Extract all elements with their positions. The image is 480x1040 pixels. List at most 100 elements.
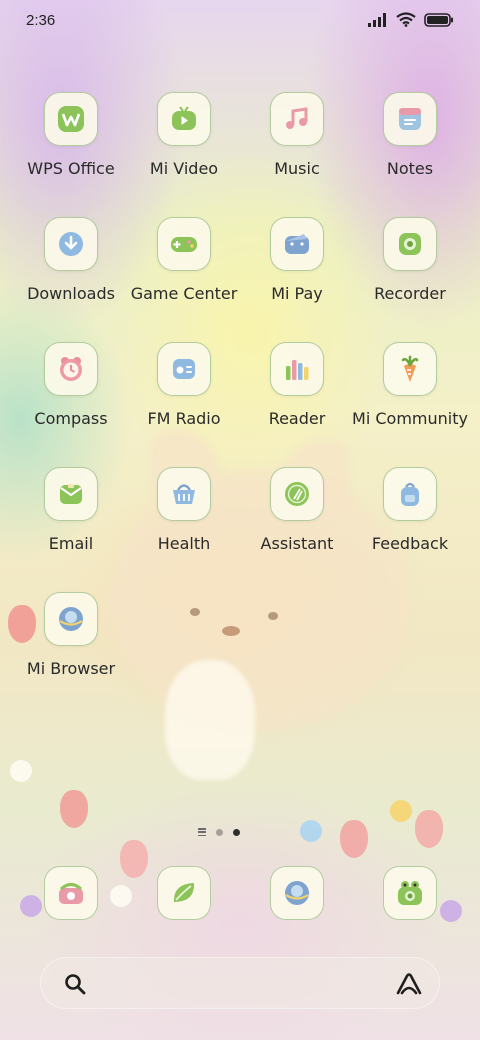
wallpaper-tulip	[415, 810, 443, 848]
app-label: Music	[274, 159, 320, 178]
search-bar[interactable]	[40, 957, 440, 1009]
envelope-icon	[60, 484, 82, 504]
app-fm-radio[interactable]: FM Radio	[129, 342, 239, 452]
app-label: Mi Community	[352, 409, 468, 428]
assistant-orb-icon	[285, 482, 309, 506]
status-bar: 2:36	[0, 0, 480, 42]
app-tile[interactable]	[157, 467, 211, 521]
wallpaper-flower	[390, 800, 412, 822]
page-indicator[interactable]	[198, 828, 240, 836]
app-health[interactable]: Health	[129, 467, 239, 577]
app-tile[interactable]	[44, 92, 98, 146]
app-tile[interactable]	[383, 217, 437, 271]
wallpaper-flower	[300, 820, 322, 842]
app-tile[interactable]	[44, 592, 98, 646]
app-tile[interactable]	[157, 342, 211, 396]
dock-app-phone[interactable]	[44, 866, 98, 920]
wallpaper-flower	[440, 900, 462, 922]
wallpaper-tulip	[120, 840, 148, 878]
frog-camera-icon	[398, 881, 422, 905]
voice-assistant-icon[interactable]	[395, 972, 423, 996]
app-tile[interactable]	[157, 92, 211, 146]
leaf-chat-icon	[173, 883, 195, 902]
wallpaper-flower	[10, 760, 32, 782]
dock-app-browser[interactable]	[270, 866, 324, 920]
app-email[interactable]: Email	[16, 467, 126, 577]
app-label: Recorder	[374, 284, 446, 303]
books-icon	[286, 360, 309, 380]
backpack-icon	[401, 482, 419, 506]
app-tile[interactable]	[270, 217, 324, 271]
dock-app-camera[interactable]	[383, 866, 437, 920]
status-time: 2:36	[26, 12, 56, 29]
app-compass[interactable]: Compass	[16, 342, 126, 452]
carrot-icon	[401, 355, 419, 382]
app-assistant[interactable]: Assistant	[242, 467, 352, 577]
app-label: Reader	[268, 409, 326, 428]
app-wps-office[interactable]: WPS Office	[16, 92, 126, 202]
radio-icon	[173, 359, 195, 379]
status-icons	[368, 12, 454, 27]
app-tile[interactable]	[270, 467, 324, 521]
app-tile[interactable]	[44, 467, 98, 521]
app-label: Mi Pay	[271, 284, 323, 303]
app-label: Downloads	[27, 284, 115, 303]
wallpaper-flower	[20, 895, 42, 917]
app-label: Mi Video	[149, 159, 219, 178]
record-icon	[399, 233, 421, 255]
app-label: Health	[157, 534, 211, 553]
app-label: Compass	[34, 409, 108, 428]
app-tile[interactable]	[157, 217, 211, 271]
dock-app-messages[interactable]	[157, 866, 211, 920]
notes-icon	[399, 108, 421, 130]
basket-icon	[173, 484, 195, 504]
download-icon	[59, 232, 83, 256]
clock-icon	[60, 357, 82, 381]
wallpaper-cat-eye	[268, 612, 278, 620]
app-notes[interactable]: Notes	[355, 92, 465, 202]
app-music[interactable]: Music	[242, 92, 352, 202]
app-label: Feedback	[371, 534, 449, 553]
app-tile[interactable]	[270, 342, 324, 396]
app-mi-video[interactable]: Mi Video	[129, 92, 239, 202]
app-mi-community[interactable]: Mi Community	[352, 342, 468, 452]
globe-icon	[285, 881, 309, 905]
gamepad-icon	[171, 237, 197, 252]
music-note-icon	[286, 107, 308, 129]
app-label: Game Center	[130, 284, 238, 303]
app-game-center[interactable]: Game Center	[129, 217, 239, 327]
app-label: Email	[48, 534, 94, 553]
wallpaper-tulip	[340, 820, 368, 858]
wallet-icon	[285, 234, 309, 254]
wifi-icon	[396, 12, 416, 27]
app-label: Notes	[386, 159, 434, 178]
app-tile[interactable]	[383, 467, 437, 521]
app-label: Assistant	[260, 534, 334, 553]
app-drawer-indicator-icon	[198, 828, 206, 836]
tv-icon	[172, 106, 196, 130]
app-tile[interactable]	[383, 92, 437, 146]
wallpaper-flower	[110, 885, 132, 907]
search-icon[interactable]	[63, 972, 87, 996]
wallpaper-bunny	[165, 660, 255, 780]
wallpaper-cat-eye	[190, 608, 200, 616]
app-recorder[interactable]: Recorder	[355, 217, 465, 327]
app-label: WPS Office	[27, 159, 115, 178]
wallpaper-cat-nose	[222, 626, 240, 636]
app-tile[interactable]	[383, 342, 437, 396]
app-tile[interactable]	[44, 217, 98, 271]
page-dot-active	[233, 828, 240, 836]
app-label: Mi Browser	[26, 659, 116, 678]
app-feedback[interactable]: Feedback	[355, 467, 465, 577]
telephone-icon	[59, 883, 83, 904]
app-reader[interactable]: Reader	[242, 342, 352, 452]
app-tile[interactable]	[44, 342, 98, 396]
app-downloads[interactable]: Downloads	[16, 217, 126, 327]
app-tile[interactable]	[270, 92, 324, 146]
signal-icon	[368, 12, 386, 27]
wallpaper-tulip	[60, 790, 88, 828]
app-mi-browser[interactable]: Mi Browser	[16, 592, 126, 702]
app-label: FM Radio	[147, 409, 221, 428]
app-mi-pay[interactable]: Mi Pay	[242, 217, 352, 327]
wps-icon	[58, 106, 84, 132]
